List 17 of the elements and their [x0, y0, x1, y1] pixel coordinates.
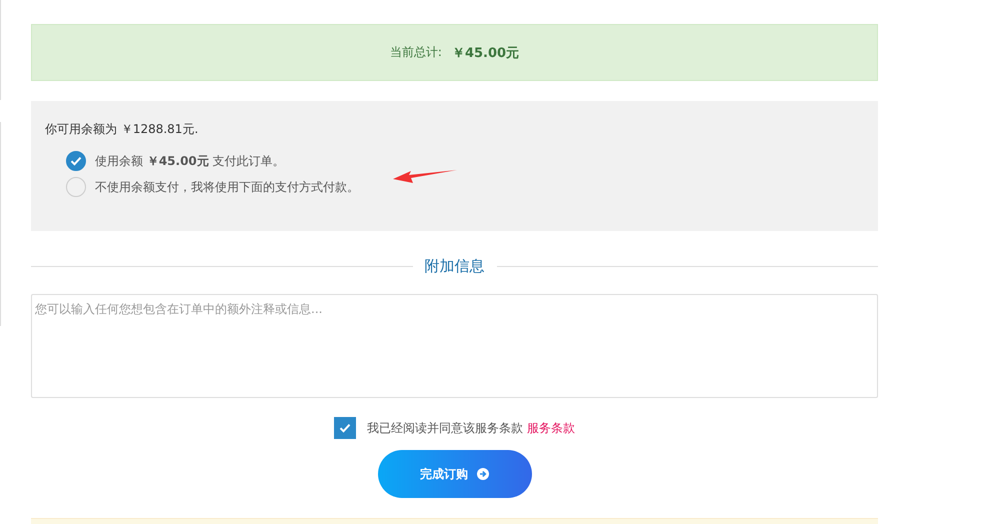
checkmark-icon: [70, 156, 82, 166]
terms-link[interactable]: 服务条款: [527, 420, 575, 436]
option-label: 使用余额 ￥45.00元 支付此订单。: [95, 152, 285, 170]
arrow-right-icon: [477, 468, 489, 480]
submit-button[interactable]: 完成订购: [378, 450, 532, 498]
balance-text: 你可用余额为 ￥1288.81元.: [45, 121, 200, 138]
checkmark-icon: [339, 423, 351, 433]
total-amount: ￥45.00元: [452, 44, 520, 62]
total-label: 当前总计:: [390, 44, 442, 61]
terms-checkbox[interactable]: [334, 417, 356, 439]
notes-field[interactable]: 您可以输入任何您想包含在订单中的额外注释或信息...: [31, 294, 878, 398]
section-title: 附加信息: [424, 257, 484, 276]
option-label: 不使用余额支付，我将使用下面的支付方式付款。: [95, 178, 359, 196]
annotation-arrow: [393, 169, 457, 185]
radio-button[interactable]: [66, 177, 86, 197]
terms-text: 我已经阅读并同意该服务条款: [367, 420, 523, 436]
radio-button[interactable]: [66, 151, 86, 171]
